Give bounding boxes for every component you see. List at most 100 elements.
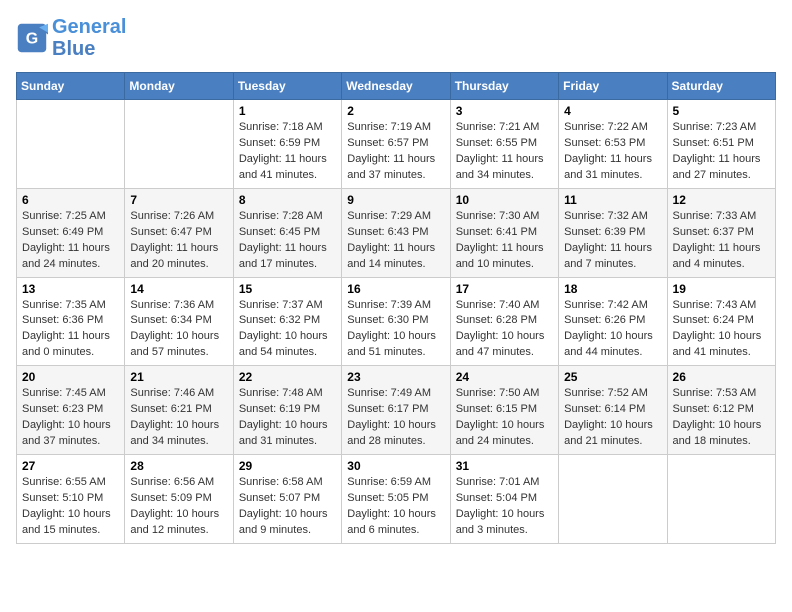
day-info: Sunrise: 7:23 AM Sunset: 6:51 PM Dayligh…	[673, 120, 770, 184]
day-number: 29	[239, 459, 336, 473]
day-number: 3	[456, 104, 553, 118]
day-info: Sunrise: 6:59 AM Sunset: 5:05 PM Dayligh…	[347, 475, 444, 539]
day-info: Sunrise: 6:56 AM Sunset: 5:09 PM Dayligh…	[130, 475, 227, 539]
calendar-cell	[17, 100, 125, 189]
calendar-cell: 20 Sunrise: 7:45 AM Sunset: 6:23 PM Dayli…	[17, 366, 125, 455]
week-row-4: 20 Sunrise: 7:45 AM Sunset: 6:23 PM Dayli…	[17, 366, 776, 455]
weekday-header-thursday: Thursday	[450, 73, 558, 100]
day-info: Sunrise: 7:46 AM Sunset: 6:21 PM Dayligh…	[130, 386, 227, 450]
day-info: Sunrise: 6:55 AM Sunset: 5:10 PM Dayligh…	[22, 475, 119, 539]
day-info: Sunrise: 7:49 AM Sunset: 6:17 PM Dayligh…	[347, 386, 444, 450]
calendar-header: SundayMondayTuesdayWednesdayThursdayFrid…	[17, 73, 776, 100]
day-number: 22	[239, 370, 336, 384]
calendar-cell: 22 Sunrise: 7:48 AM Sunset: 6:19 PM Dayli…	[233, 366, 341, 455]
day-info: Sunrise: 7:29 AM Sunset: 6:43 PM Dayligh…	[347, 209, 444, 273]
weekday-header-friday: Friday	[559, 73, 667, 100]
weekday-header-monday: Monday	[125, 73, 233, 100]
day-info: Sunrise: 7:53 AM Sunset: 6:12 PM Dayligh…	[673, 386, 770, 450]
day-number: 23	[347, 370, 444, 384]
day-number: 2	[347, 104, 444, 118]
day-info: Sunrise: 7:52 AM Sunset: 6:14 PM Dayligh…	[564, 386, 661, 450]
day-number: 31	[456, 459, 553, 473]
day-number: 11	[564, 193, 661, 207]
day-info: Sunrise: 7:45 AM Sunset: 6:23 PM Dayligh…	[22, 386, 119, 450]
calendar-cell: 5 Sunrise: 7:23 AM Sunset: 6:51 PM Daylig…	[667, 100, 775, 189]
day-number: 7	[130, 193, 227, 207]
day-info: Sunrise: 7:22 AM Sunset: 6:53 PM Dayligh…	[564, 120, 661, 184]
calendar-cell: 6 Sunrise: 7:25 AM Sunset: 6:49 PM Daylig…	[17, 188, 125, 277]
calendar-cell: 25 Sunrise: 7:52 AM Sunset: 6:14 PM Dayli…	[559, 366, 667, 455]
calendar-cell: 17 Sunrise: 7:40 AM Sunset: 6:28 PM Dayli…	[450, 277, 558, 366]
calendar-cell: 8 Sunrise: 7:28 AM Sunset: 6:45 PM Daylig…	[233, 188, 341, 277]
day-info: Sunrise: 7:01 AM Sunset: 5:04 PM Dayligh…	[456, 475, 553, 539]
day-info: Sunrise: 7:26 AM Sunset: 6:47 PM Dayligh…	[130, 209, 227, 273]
calendar-cell: 3 Sunrise: 7:21 AM Sunset: 6:55 PM Daylig…	[450, 100, 558, 189]
day-number: 30	[347, 459, 444, 473]
day-number: 1	[239, 104, 336, 118]
weekday-header-saturday: Saturday	[667, 73, 775, 100]
day-number: 19	[673, 282, 770, 296]
page-header: G GeneralBlue	[16, 16, 776, 60]
day-number: 9	[347, 193, 444, 207]
day-info: Sunrise: 7:36 AM Sunset: 6:34 PM Dayligh…	[130, 298, 227, 362]
calendar-cell: 1Sunrise: 7:18 AM Sunset: 6:59 PM Daylig…	[233, 100, 341, 189]
calendar-cell: 2 Sunrise: 7:19 AM Sunset: 6:57 PM Daylig…	[342, 100, 450, 189]
day-number: 6	[22, 193, 119, 207]
day-number: 24	[456, 370, 553, 384]
calendar-table: SundayMondayTuesdayWednesdayThursdayFrid…	[16, 72, 776, 544]
calendar-cell: 28 Sunrise: 6:56 AM Sunset: 5:09 PM Dayli…	[125, 455, 233, 544]
day-info: Sunrise: 7:25 AM Sunset: 6:49 PM Dayligh…	[22, 209, 119, 273]
calendar-cell: 14 Sunrise: 7:36 AM Sunset: 6:34 PM Dayli…	[125, 277, 233, 366]
header-row: SundayMondayTuesdayWednesdayThursdayFrid…	[17, 73, 776, 100]
day-number: 8	[239, 193, 336, 207]
logo: G GeneralBlue	[16, 16, 126, 60]
day-number: 20	[22, 370, 119, 384]
svg-text:G: G	[26, 30, 38, 47]
calendar-cell: 18 Sunrise: 7:42 AM Sunset: 6:26 PM Dayli…	[559, 277, 667, 366]
calendar-cell: 9 Sunrise: 7:29 AM Sunset: 6:43 PM Daylig…	[342, 188, 450, 277]
weekday-header-wednesday: Wednesday	[342, 73, 450, 100]
day-number: 12	[673, 193, 770, 207]
calendar-cell: 31 Sunrise: 7:01 AM Sunset: 5:04 PM Dayli…	[450, 455, 558, 544]
day-info: Sunrise: 7:32 AM Sunset: 6:39 PM Dayligh…	[564, 209, 661, 273]
day-info: Sunrise: 7:21 AM Sunset: 6:55 PM Dayligh…	[456, 120, 553, 184]
day-info: Sunrise: 7:43 AM Sunset: 6:24 PM Dayligh…	[673, 298, 770, 362]
calendar-cell: 26Sunrise: 7:53 AM Sunset: 6:12 PM Dayli…	[667, 366, 775, 455]
calendar-cell: 23 Sunrise: 7:49 AM Sunset: 6:17 PM Dayli…	[342, 366, 450, 455]
logo-icon: G	[16, 22, 48, 54]
day-info: Sunrise: 7:48 AM Sunset: 6:19 PM Dayligh…	[239, 386, 336, 450]
calendar-cell: 7 Sunrise: 7:26 AM Sunset: 6:47 PM Daylig…	[125, 188, 233, 277]
calendar-cell: 24 Sunrise: 7:50 AM Sunset: 6:15 PM Dayli…	[450, 366, 558, 455]
day-number: 17	[456, 282, 553, 296]
calendar-cell: 27Sunrise: 6:55 AM Sunset: 5:10 PM Dayli…	[17, 455, 125, 544]
day-info: Sunrise: 7:40 AM Sunset: 6:28 PM Dayligh…	[456, 298, 553, 362]
week-row-2: 6 Sunrise: 7:25 AM Sunset: 6:49 PM Daylig…	[17, 188, 776, 277]
calendar-cell: 30 Sunrise: 6:59 AM Sunset: 5:05 PM Dayli…	[342, 455, 450, 544]
day-info: Sunrise: 7:42 AM Sunset: 6:26 PM Dayligh…	[564, 298, 661, 362]
day-number: 18	[564, 282, 661, 296]
calendar-cell: 12Sunrise: 7:33 AM Sunset: 6:37 PM Dayli…	[667, 188, 775, 277]
day-info: Sunrise: 7:19 AM Sunset: 6:57 PM Dayligh…	[347, 120, 444, 184]
logo-text: GeneralBlue	[52, 16, 126, 60]
day-number: 14	[130, 282, 227, 296]
calendar-cell: 19 Sunrise: 7:43 AM Sunset: 6:24 PM Dayli…	[667, 277, 775, 366]
day-number: 16	[347, 282, 444, 296]
calendar-cell: 13 Sunrise: 7:35 AM Sunset: 6:36 PM Dayli…	[17, 277, 125, 366]
day-number: 28	[130, 459, 227, 473]
day-number: 25	[564, 370, 661, 384]
day-number: 5	[673, 104, 770, 118]
day-info: Sunrise: 7:28 AM Sunset: 6:45 PM Dayligh…	[239, 209, 336, 273]
week-row-5: 27Sunrise: 6:55 AM Sunset: 5:10 PM Dayli…	[17, 455, 776, 544]
day-number: 15	[239, 282, 336, 296]
calendar-cell: 4Sunrise: 7:22 AM Sunset: 6:53 PM Daylig…	[559, 100, 667, 189]
day-info: Sunrise: 7:50 AM Sunset: 6:15 PM Dayligh…	[456, 386, 553, 450]
week-row-1: 1Sunrise: 7:18 AM Sunset: 6:59 PM Daylig…	[17, 100, 776, 189]
calendar-cell: 10Sunrise: 7:30 AM Sunset: 6:41 PM Dayli…	[450, 188, 558, 277]
day-info: Sunrise: 7:39 AM Sunset: 6:30 PM Dayligh…	[347, 298, 444, 362]
calendar-cell	[125, 100, 233, 189]
day-info: Sunrise: 7:35 AM Sunset: 6:36 PM Dayligh…	[22, 298, 119, 362]
day-info: Sunrise: 7:37 AM Sunset: 6:32 PM Dayligh…	[239, 298, 336, 362]
day-number: 13	[22, 282, 119, 296]
day-info: Sunrise: 6:58 AM Sunset: 5:07 PM Dayligh…	[239, 475, 336, 539]
calendar-cell: 11 Sunrise: 7:32 AM Sunset: 6:39 PM Dayli…	[559, 188, 667, 277]
